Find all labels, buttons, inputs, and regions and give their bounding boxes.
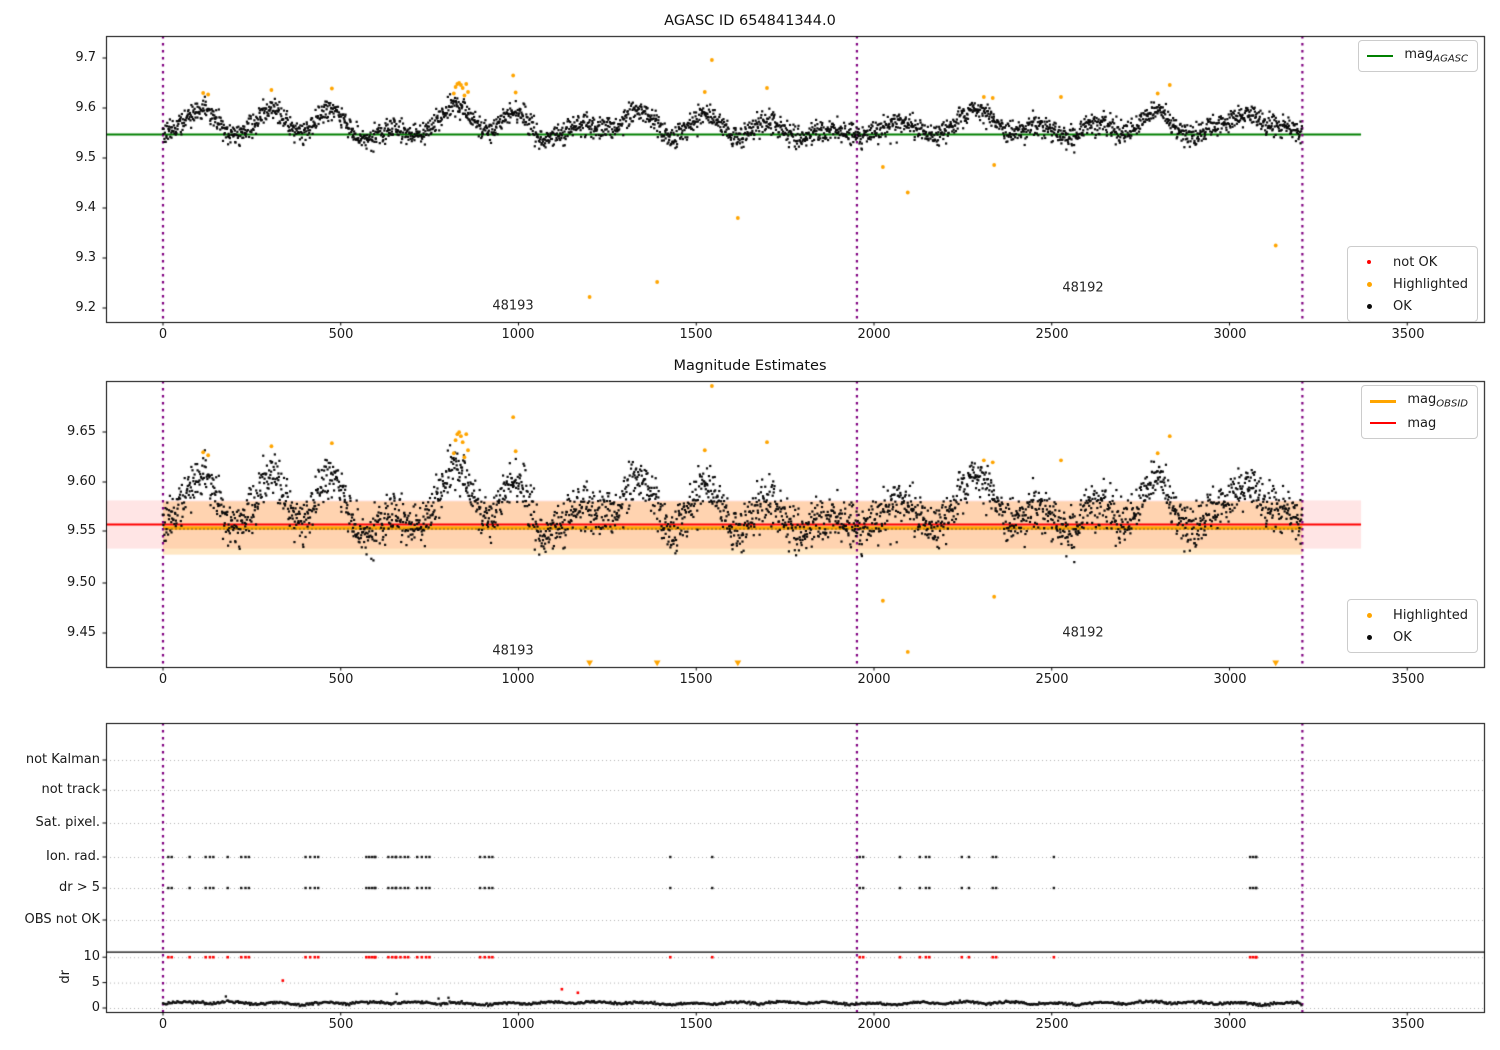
ax1-xtick: 1500: [679, 327, 713, 342]
ok-legend-label: OK: [1393, 629, 1412, 645]
mag-obsid-line-swatch: [1370, 399, 1397, 403]
figure: AGASC ID 654841344.0 Magnitude Estimates…: [0, 0, 1500, 1050]
ax1-xtick: 0: [158, 327, 168, 342]
ax2-line-legend: magOBSID mag: [1361, 385, 1478, 439]
ax1-ytick: 9.4: [75, 200, 96, 215]
highlighted-marker-icon: [1366, 612, 1372, 618]
mag-agasc-line-swatch: [1367, 55, 1394, 57]
ax1-marker-legend: not OK Highlighted OK: [1347, 246, 1478, 322]
ax2-xtick: 2500: [1035, 672, 1069, 687]
ax1-xtick: 3500: [1391, 327, 1425, 342]
not-ok-legend-label: not OK: [1393, 254, 1438, 270]
ax1-ytick: 9.2: [75, 300, 96, 315]
ok-marker-icon: [1366, 303, 1372, 309]
highlighted-marker-icon: [1366, 281, 1372, 287]
ax2-ytick: 9.55: [67, 523, 96, 538]
ax2-ytick: 9.60: [67, 474, 96, 489]
plot1-title: AGASC ID 654841344.0: [664, 13, 836, 29]
ax1-xtick: 2500: [1035, 327, 1069, 342]
ax3-category-not-kalman: not Kalman: [25, 752, 100, 767]
ax2-marker-legend: Highlighted OK: [1347, 599, 1478, 653]
ax3-xtick: 1500: [679, 1017, 713, 1032]
highlighted-legend-label: Highlighted: [1393, 276, 1468, 292]
ax1-xtick: 1000: [501, 327, 535, 342]
mag-agasc-legend-label: magAGASC: [1404, 47, 1468, 65]
ax1-line-legend: magAGASC: [1358, 40, 1478, 72]
ax1-ytick: 9.6: [75, 100, 96, 115]
highlighted-legend-label: Highlighted: [1393, 607, 1468, 623]
ax3-xtick: 1000: [501, 1017, 535, 1032]
obsid-annotation-48193-ax2: 48193: [492, 643, 534, 659]
ax3-dr-tick-0: 0: [91, 1000, 100, 1015]
ax2-xtick: 500: [328, 672, 354, 687]
ax2-xtick: 3000: [1213, 672, 1247, 687]
obsid-annotation-48192-ax1: 48192: [1062, 280, 1104, 296]
ax3-xtick: 3000: [1213, 1017, 1247, 1032]
ax3-xtick: 2500: [1035, 1017, 1069, 1032]
ax1-ytick: 9.7: [75, 50, 96, 65]
ax3-category-dr-gt-5: dr > 5: [58, 880, 100, 895]
mag-legend-label: mag: [1407, 415, 1437, 431]
ax3-dr-axis-label: dr: [58, 970, 73, 984]
ax3-xtick: 2000: [857, 1017, 891, 1032]
ax2-xtick: 2000: [857, 672, 891, 687]
ax3-xtick: 0: [158, 1017, 168, 1032]
ax2-ytick: 9.65: [67, 424, 96, 439]
ax2-xtick: 1500: [679, 672, 713, 687]
plot-canvas: [0, 0, 1500, 1050]
ax3-xtick: 3500: [1391, 1017, 1425, 1032]
ax1-xtick: 3000: [1213, 327, 1247, 342]
ax1-ytick: 9.3: [75, 250, 96, 265]
ax2-xtick: 1000: [501, 672, 535, 687]
ax1-xtick: 500: [328, 327, 354, 342]
ok-legend-label: OK: [1393, 298, 1412, 314]
obsid-annotation-48192-ax2: 48192: [1062, 625, 1104, 641]
ax1-ytick: 9.5: [75, 150, 96, 165]
ax3-category-not-track: not track: [41, 782, 100, 797]
ax3-dr-tick-10: 10: [83, 949, 100, 964]
ax1-xtick: 2000: [857, 327, 891, 342]
ax3-category-sat-pixel: Sat. pixel.: [35, 815, 100, 830]
ok-marker-icon: [1366, 634, 1372, 640]
obsid-annotation-48193-ax1: 48193: [492, 298, 534, 314]
ax2-xtick: 3500: [1391, 672, 1425, 687]
ax2-xtick: 0: [158, 672, 168, 687]
mag-obsid-legend-label: magOBSID: [1407, 392, 1468, 410]
plot2-title: Magnitude Estimates: [673, 358, 827, 374]
ax3-category-ion-rad: Ion. rad.: [46, 849, 100, 864]
ax3-xtick: 500: [328, 1017, 354, 1032]
ax2-ytick: 9.50: [67, 575, 96, 590]
not-ok-marker-icon: [1367, 260, 1372, 264]
ax2-ytick: 9.45: [67, 625, 96, 640]
mag-line-swatch: [1370, 422, 1397, 424]
ax3-category-obs-not-ok: OBS not OK: [24, 912, 101, 927]
